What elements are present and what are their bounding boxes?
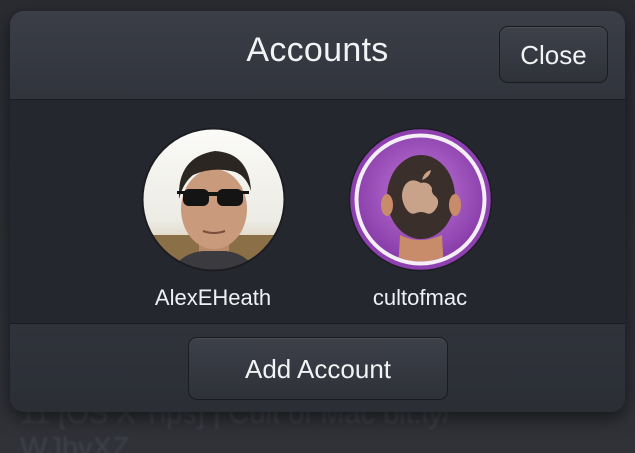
account-username: cultofmac [372, 285, 468, 310]
account-username: AlexEHeath [154, 285, 272, 310]
avatar-cultofmac[interactable] [348, 127, 493, 272]
accounts-list: AlexEHeath cultofmac [10, 100, 625, 324]
avatar-alexeheath[interactable] [141, 127, 286, 272]
account-item-alexeheath[interactable]: AlexEHeath [123, 127, 303, 311]
add-account-button[interactable]: Add Account [188, 337, 448, 400]
accounts-popover: Accounts Close AlexEHeath cultofmac Add … [10, 11, 625, 412]
background-tweet-link: WJbvXZ [20, 432, 130, 453]
popover-header: Accounts Close [10, 11, 625, 100]
account-item-cultofmac[interactable]: cultofmac [330, 127, 510, 311]
popover-footer: Add Account [10, 324, 625, 412]
close-button[interactable]: Close [499, 26, 608, 83]
